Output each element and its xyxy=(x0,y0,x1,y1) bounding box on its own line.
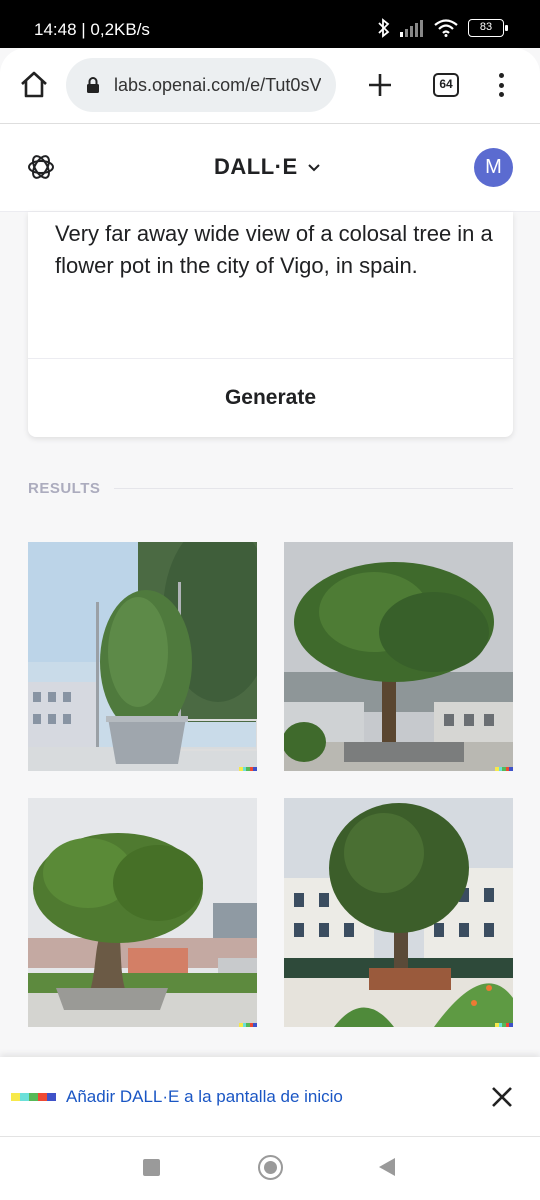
url-bar[interactable]: labs.openai.com/e/Tut0sV xyxy=(66,58,336,112)
bluetooth-icon xyxy=(378,18,390,38)
overflow-menu-icon[interactable] xyxy=(494,70,508,100)
prompt-card: Very far away wide view of a colosal tre… xyxy=(28,212,513,437)
system-nav-bar xyxy=(0,1137,540,1200)
signal-icon xyxy=(400,20,423,37)
image-potted-cypress xyxy=(28,542,257,771)
avatar[interactable]: M xyxy=(474,148,513,187)
dalle-color-bar-icon xyxy=(11,1093,56,1101)
result-image-3[interactable] xyxy=(28,798,257,1027)
tab-switcher-button[interactable]: 64 xyxy=(433,73,459,97)
dalle-signature xyxy=(495,1023,513,1027)
install-banner: Añadir DALL·E a la pantalla de inicio xyxy=(0,1057,540,1137)
plus-icon[interactable] xyxy=(364,69,396,101)
chevron-down-icon[interactable] xyxy=(306,160,322,176)
app-header: DALL·E M xyxy=(0,124,540,212)
image-tree-planter xyxy=(284,798,513,1027)
status-icons: 83 xyxy=(378,18,508,38)
close-icon[interactable] xyxy=(488,1083,516,1111)
result-image-2[interactable] xyxy=(284,542,513,771)
result-image-1[interactable] xyxy=(28,542,257,771)
home-icon[interactable] xyxy=(18,68,50,100)
results-divider xyxy=(114,488,513,489)
image-large-oak xyxy=(284,542,513,771)
add-to-home-link[interactable]: Añadir DALL·E a la pantalla de inicio xyxy=(66,1087,343,1107)
app-title[interactable]: DALL·E xyxy=(214,154,298,180)
status-time-speed: 14:48 | 0,2KB/s xyxy=(34,20,150,39)
image-bonsai-tree xyxy=(28,798,257,1027)
dalle-signature xyxy=(495,767,513,771)
url-text: labs.openai.com/e/Tut0sV xyxy=(114,74,322,95)
wifi-icon xyxy=(434,19,458,37)
browser-toolbar: labs.openai.com/e/Tut0sV 64 xyxy=(0,48,540,124)
back-icon[interactable] xyxy=(378,1157,396,1177)
result-image-4[interactable] xyxy=(284,798,513,1027)
status-bar: 14:48 | 0,2KB/s 83 xyxy=(0,0,540,48)
generate-button[interactable]: Generate xyxy=(28,359,513,437)
results-heading: RESULTS xyxy=(28,480,101,497)
prompt-text[interactable]: Very far away wide view of a colosal tre… xyxy=(55,218,495,282)
recents-button[interactable] xyxy=(143,1159,160,1176)
dalle-signature xyxy=(239,767,257,771)
battery-indicator: 83 xyxy=(468,19,508,37)
home-nav-button[interactable] xyxy=(258,1155,283,1180)
dalle-signature xyxy=(239,1023,257,1027)
openai-logo-icon[interactable] xyxy=(26,152,56,182)
lock-icon xyxy=(87,77,99,93)
